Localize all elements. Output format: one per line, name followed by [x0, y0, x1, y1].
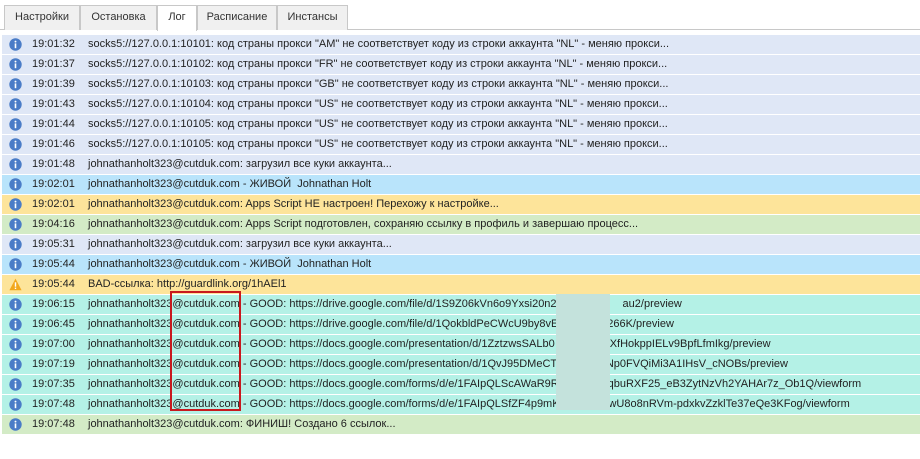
- log-time: 19:02:01: [32, 198, 75, 210]
- log-message: socks5://127.0.0.1:10101: код страны про…: [88, 38, 670, 50]
- log-row[interactable]: 19:04:16 johnathanholt323@cutduk.com: App…: [2, 215, 920, 235]
- log-time: 19:07:19: [32, 358, 75, 370]
- tab-settings[interactable]: Настройки: [4, 5, 80, 30]
- log-time: 19:05:31: [32, 238, 75, 250]
- info-icon: [9, 98, 22, 111]
- tab-schedule[interactable]: Расписание: [197, 5, 277, 30]
- log-message: socks5://127.0.0.1:10102: код страны про…: [88, 58, 668, 70]
- log-message: johnathanholt323@cutduk.com: загрузил вс…: [88, 158, 392, 170]
- log-row[interactable]: 19:07:48 johnathanholt323@cutduk.com - GO…: [2, 395, 920, 415]
- info-icon: [9, 358, 22, 371]
- tab-label: Расписание: [206, 11, 268, 23]
- log-row[interactable]: 19:01:44 socks5://127.0.0.1:10105: код ст…: [2, 115, 920, 135]
- info-icon: [9, 178, 22, 191]
- log-row[interactable]: 19:07:19 johnathanholt323@cutduk.com - GO…: [2, 355, 920, 375]
- log-row[interactable]: 19:05:44 johnathanholt323@cutduk.com - ЖИ…: [2, 255, 920, 275]
- log-time: 19:01:48: [32, 158, 75, 170]
- log-row[interactable]: 19:01:48 johnathanholt323@cutduk.com: заг…: [2, 155, 920, 175]
- log-message: socks5://127.0.0.1:10103: код страны про…: [88, 78, 669, 90]
- info-icon: [9, 398, 22, 411]
- log-row[interactable]: 19:05:44 BAD-ссылка: http://guardlink.org…: [2, 275, 920, 295]
- log-time: 19:04:16: [32, 218, 75, 230]
- log-time: 19:06:15: [32, 298, 75, 310]
- info-icon: [9, 58, 22, 71]
- log-row[interactable]: 19:01:39 socks5://127.0.0.1:10103: код ст…: [2, 75, 920, 95]
- info-icon: [9, 238, 22, 251]
- log-row[interactable]: 19:01:43 socks5://127.0.0.1:10104: код ст…: [2, 95, 920, 115]
- info-icon: [9, 298, 22, 311]
- warning-icon: [9, 278, 22, 291]
- info-icon: [9, 218, 22, 231]
- log-row[interactable]: 19:05:31 johnathanholt323@cutduk.com: заг…: [2, 235, 920, 255]
- info-icon: [9, 378, 22, 391]
- log-time: 19:07:48: [32, 398, 75, 410]
- log-message: socks5://127.0.0.1:10104: код страны про…: [88, 98, 668, 110]
- log-time: 19:07:00: [32, 338, 75, 350]
- info-icon: [9, 138, 22, 151]
- log-row[interactable]: 19:07:48 johnathanholt323@cutduk.com: ФИН…: [2, 415, 920, 435]
- redaction-block: [556, 294, 610, 410]
- tab-label: Остановка: [91, 11, 146, 23]
- log-row[interactable]: 19:07:00 johnathanholt323@cutduk.com - GO…: [2, 335, 920, 355]
- log-message: socks5://127.0.0.1:10105: код страны про…: [88, 138, 668, 150]
- tab-bar: Настройки Остановка Лог Расписание Инста…: [0, 0, 920, 31]
- log-time: 19:01:37: [32, 58, 75, 70]
- log-time: 19:07:35: [32, 378, 75, 390]
- log-row[interactable]: 19:02:01 johnathanholt323@cutduk.com - ЖИ…: [2, 175, 920, 195]
- info-icon: [9, 38, 22, 51]
- log-row[interactable]: 19:07:35 johnathanholt323@cutduk.com - GO…: [2, 375, 920, 395]
- log-row[interactable]: 19:06:45 johnathanholt323@cutduk.com - GO…: [2, 315, 920, 335]
- log-time: 19:05:44: [32, 278, 75, 290]
- log-time: 19:05:44: [32, 258, 75, 270]
- tab-stop[interactable]: Остановка: [80, 5, 157, 30]
- info-icon: [9, 118, 22, 131]
- log-time: 19:01:44: [32, 118, 75, 130]
- log-row[interactable]: 19:01:37 socks5://127.0.0.1:10102: код ст…: [2, 55, 920, 75]
- tab-label: Инстансы: [287, 11, 338, 23]
- log-time: 19:01:39: [32, 78, 75, 90]
- log-message: johnathanholt323@cutduk.com - ЖИВОЙ John…: [88, 178, 372, 190]
- log-time: 19:02:01: [32, 178, 75, 190]
- log-row[interactable]: 19:06:15 johnathanholt323@cutduk.com - GO…: [2, 295, 920, 315]
- log-time: 19:06:45: [32, 318, 75, 330]
- info-icon: [9, 78, 22, 91]
- info-icon: [9, 418, 22, 431]
- highlight-box: [170, 291, 241, 411]
- info-icon: [9, 318, 22, 331]
- log-time: 19:01:46: [32, 138, 75, 150]
- tab-instances[interactable]: Инстансы: [277, 5, 348, 30]
- log-message: johnathanholt323@cutduk.com: Apps Script…: [88, 198, 499, 210]
- log-row[interactable]: 19:01:32 socks5://127.0.0.1:10101: код ст…: [2, 35, 920, 55]
- log-time: 19:01:43: [32, 98, 75, 110]
- log-row[interactable]: 19:02:01 johnathanholt323@cutduk.com: App…: [2, 195, 920, 215]
- tab-log[interactable]: Лог: [157, 5, 197, 31]
- log-message: johnathanholt323@cutduk.com - ЖИВОЙ John…: [88, 258, 372, 270]
- log-message: johnathanholt323@cutduk.com: загрузил вс…: [88, 238, 392, 250]
- info-icon: [9, 158, 22, 171]
- log-window: Настройки Остановка Лог Расписание Инста…: [0, 0, 920, 459]
- log-time: 19:07:48: [32, 418, 75, 430]
- log-list[interactable]: 19:01:32 socks5://127.0.0.1:10101: код ст…: [2, 35, 920, 435]
- log-time: 19:01:32: [32, 38, 75, 50]
- tab-label: Лог: [168, 11, 186, 23]
- log-message: johnathanholt323@cutduk.com: Apps Script…: [88, 218, 639, 230]
- info-icon: [9, 258, 22, 271]
- log-row[interactable]: 19:01:46 socks5://127.0.0.1:10105: код ст…: [2, 135, 920, 155]
- log-message: socks5://127.0.0.1:10105: код страны про…: [88, 118, 668, 130]
- log-message: johnathanholt323@cutduk.com: ФИНИШ! Созд…: [88, 418, 396, 430]
- info-icon: [9, 198, 22, 211]
- tab-label: Настройки: [15, 11, 69, 23]
- info-icon: [9, 338, 22, 351]
